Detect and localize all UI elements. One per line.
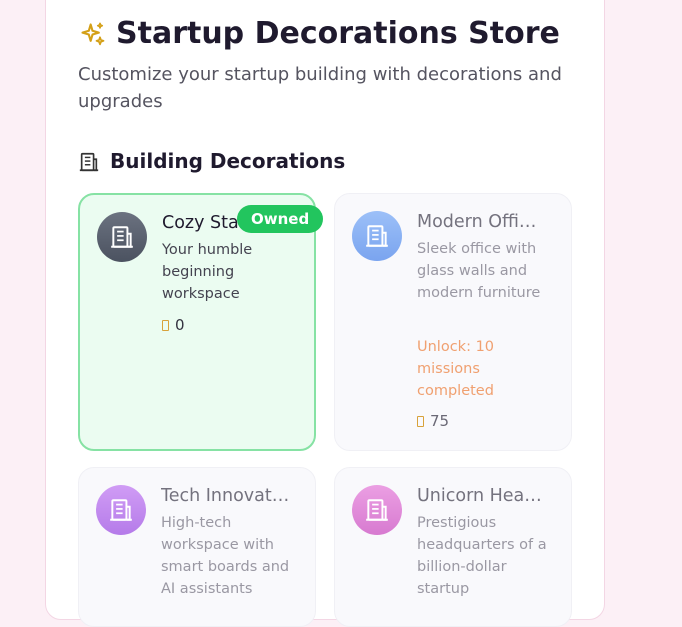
price-value: 0 xyxy=(175,316,185,334)
card-name: Modern Offi… xyxy=(417,212,537,232)
card-description: Sleek office with glass walls and modern… xyxy=(417,241,541,301)
card-name: Unicorn Hea… xyxy=(417,486,542,506)
avatar xyxy=(352,485,402,535)
avatar xyxy=(352,211,402,261)
card-price: 0 xyxy=(162,316,185,334)
page-subtitle: Customize your startup building with dec… xyxy=(78,64,562,112)
coin-icon xyxy=(417,415,424,427)
card-name: Tech Innovat… xyxy=(161,486,290,506)
card-description: Your humble beginning workspace xyxy=(162,242,253,302)
decoration-card-unicorn-hq[interactable]: Unicorn Hea… Prestigious headquarters of… xyxy=(334,467,572,627)
card-description: High-tech workspace with smart boards an… xyxy=(161,515,290,597)
building-icon xyxy=(366,499,388,521)
card-description: Prestigious headquarters of a billion-do… xyxy=(417,515,547,597)
unlock-requirement: Unlock: 10 missions completed xyxy=(417,339,495,399)
avatar xyxy=(97,212,147,262)
coin-icon xyxy=(162,319,169,331)
decoration-card-tech-innovation[interactable]: Tech Innovat… High-tech workspace with s… xyxy=(78,467,316,627)
price-value: 75 xyxy=(430,412,450,430)
building-icon xyxy=(111,226,133,248)
building-icon xyxy=(79,152,99,172)
owned-badge: Owned xyxy=(237,205,324,233)
sparkles-icon xyxy=(81,22,105,46)
avatar xyxy=(96,485,146,535)
building-icon xyxy=(110,499,132,521)
card-price: 75 xyxy=(417,412,449,430)
building-icon xyxy=(366,225,388,247)
section-title: Building Decorations xyxy=(110,149,346,173)
decoration-card-modern-office[interactable]: Modern Offi… Sleek office with glass wal… xyxy=(334,193,572,451)
page-title: Startup Decorations Store xyxy=(116,16,560,51)
